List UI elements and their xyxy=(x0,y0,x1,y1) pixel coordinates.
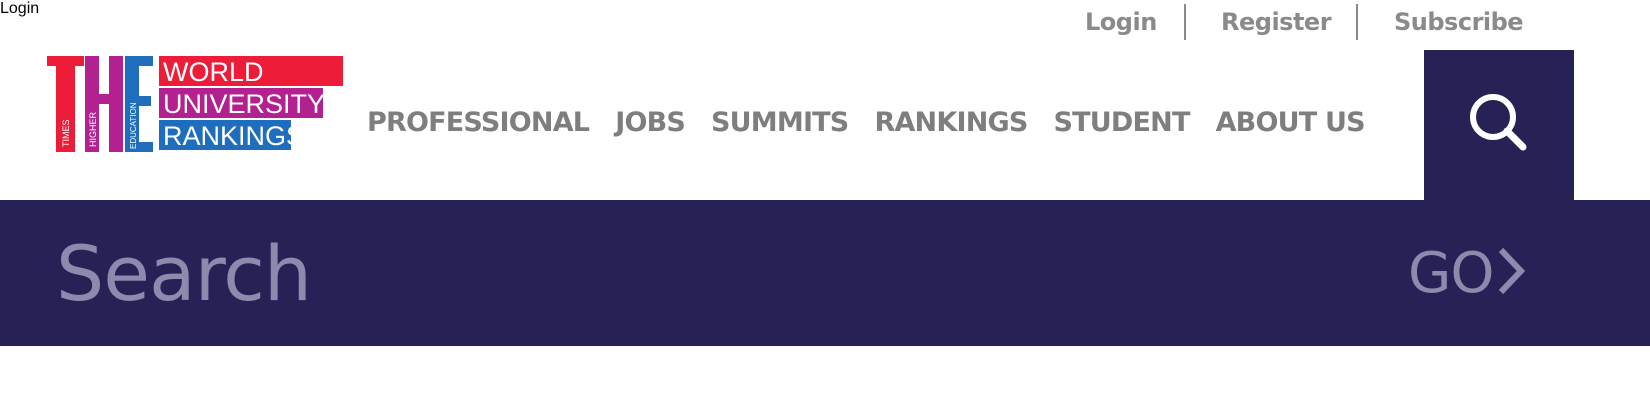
logo-line-rankings: RANKINGS xyxy=(163,121,304,151)
nav-item-jobs[interactable]: JOBS xyxy=(615,107,686,138)
search-input[interactable] xyxy=(56,225,1256,321)
logo-word-education: EDUCATION xyxy=(129,102,138,149)
register-link-wrap: Register xyxy=(1221,0,1332,44)
nav-item-about-us[interactable]: ABOUT US xyxy=(1216,107,1366,138)
login-link-wrap: Login xyxy=(1085,0,1157,44)
utility-divider xyxy=(1356,0,1358,44)
go-label: GO xyxy=(1408,240,1494,306)
logo-word-times: TIMES xyxy=(61,119,71,147)
nav-item-summits[interactable]: SUMMITS xyxy=(711,107,849,138)
main-nav: PROFESSIONAL JOBS SUMMITS RANKINGS STUDE… xyxy=(367,98,1391,146)
nav-item-student[interactable]: STUDENT xyxy=(1054,107,1191,138)
go-button[interactable]: GO xyxy=(1408,238,1526,308)
nav-item-rankings[interactable]: RANKINGS xyxy=(874,107,1028,138)
logo-word-higher: HIGHER xyxy=(88,111,98,147)
search-toggle-button[interactable] xyxy=(1424,50,1574,200)
utility-divider xyxy=(1184,0,1186,44)
register-link[interactable]: Register xyxy=(1221,8,1332,36)
search-icon xyxy=(1467,91,1531,160)
logo-line-university: UNIVERSITY xyxy=(163,89,325,119)
login-link[interactable]: Login xyxy=(1085,8,1157,36)
subscribe-link-wrap: Subscribe xyxy=(1394,0,1524,44)
search-bar: GO xyxy=(0,200,1650,346)
chevron-right-icon xyxy=(1495,246,1526,301)
site-logo[interactable]: TIMES HIGHER EDUCATION WORLD UNIVERSITY … xyxy=(47,56,343,152)
subscribe-link[interactable]: Subscribe xyxy=(1394,8,1524,36)
nav-item-professional[interactable]: PROFESSIONAL xyxy=(367,107,590,138)
logo-line-world: WORLD xyxy=(163,57,264,87)
